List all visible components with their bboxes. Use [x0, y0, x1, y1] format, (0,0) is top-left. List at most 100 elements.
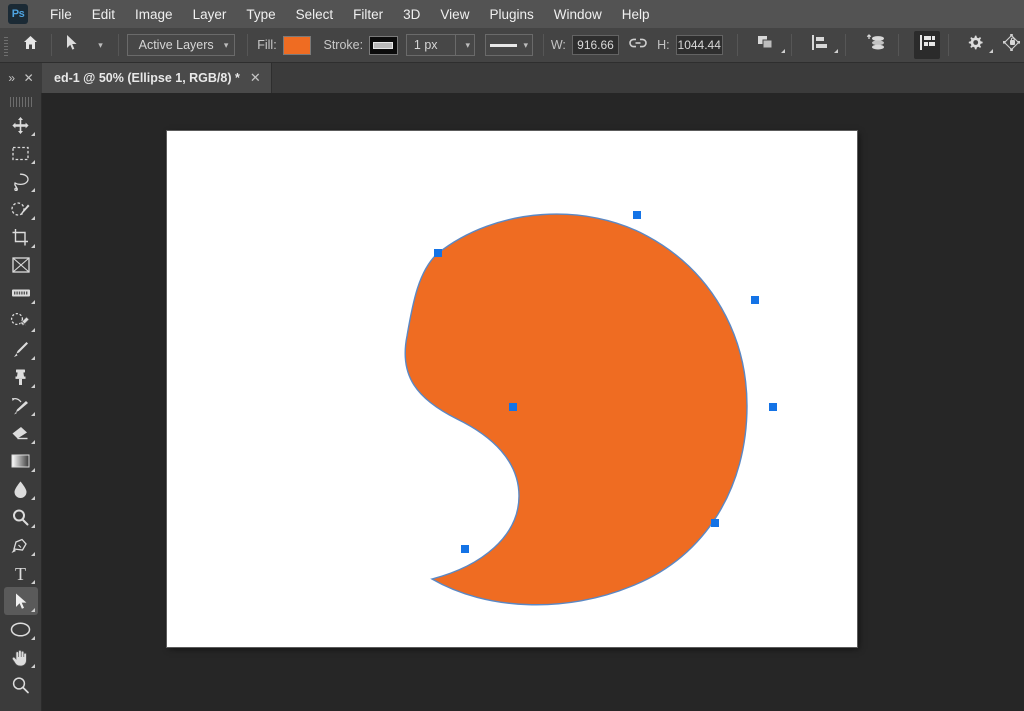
flyout-corner-icon: [31, 468, 35, 472]
close-panel-icon[interactable]: ✕: [24, 71, 34, 85]
history-brush-tool[interactable]: [4, 391, 38, 419]
svg-text:T: T: [15, 564, 26, 583]
shape-path[interactable]: [405, 214, 747, 605]
crop-tool[interactable]: [4, 223, 38, 251]
home-button[interactable]: [18, 32, 44, 58]
eraser-tool[interactable]: [4, 419, 38, 447]
flyout-corner-icon: [31, 636, 35, 640]
menu-item-view[interactable]: View: [430, 3, 479, 26]
anchor-point[interactable]: [633, 211, 641, 219]
stroke-width-field[interactable]: 1 px: [406, 34, 456, 56]
chevron-down-icon: ▾: [224, 40, 229, 51]
frame-tool[interactable]: [4, 251, 38, 279]
path-arrangement-button[interactable]: [862, 32, 888, 58]
tools-panel: T: [0, 93, 42, 711]
flyout-corner-icon: [31, 216, 35, 220]
document-tab-bar: » ✕ ed-1 @ 50% (Ellipse 1, RGB/8) * ✕: [0, 63, 1024, 93]
menu-item-3d[interactable]: 3D: [393, 3, 430, 26]
width-input[interactable]: 916.66: [572, 35, 619, 55]
menu-item-type[interactable]: Type: [236, 3, 285, 26]
tool-preset-caret[interactable]: ▾: [85, 32, 111, 58]
link-dimensions-button[interactable]: [625, 32, 651, 58]
gradient-tool[interactable]: [4, 447, 38, 475]
stroke-color-swatch[interactable]: [369, 36, 398, 55]
path-selection-tool[interactable]: [4, 587, 38, 615]
select-mode-dropdown[interactable]: Active Layers ▾: [127, 34, 235, 56]
menu-item-plugins[interactable]: Plugins: [479, 3, 543, 26]
document-tab[interactable]: ed-1 @ 50% (Ellipse 1, RGB/8) * ✕: [42, 63, 272, 93]
photoshop-window: Ps File Edit Image Layer Type Select Fil…: [0, 0, 1024, 711]
align-edges-button[interactable]: [914, 31, 940, 59]
document-tab-close-icon[interactable]: ✕: [250, 70, 261, 86]
move-tool[interactable]: [4, 111, 38, 139]
ellipse-tool[interactable]: [4, 615, 38, 643]
fill-color-swatch[interactable]: [283, 36, 312, 55]
chevron-down-icon: ▾: [98, 40, 103, 51]
menu-item-image[interactable]: Image: [125, 3, 183, 26]
zoom-tool[interactable]: [4, 671, 38, 699]
menu-item-file[interactable]: File: [40, 3, 82, 26]
object-selection-tool[interactable]: [4, 195, 38, 223]
select-mode-value: Active Layers: [134, 38, 217, 52]
anchor-point[interactable]: [711, 519, 719, 527]
photoshop-logo: Ps: [8, 4, 28, 24]
options-divider-6: [791, 34, 792, 56]
blur-tool[interactable]: [4, 475, 38, 503]
flyout-corner-icon: [31, 328, 35, 332]
home-icon: [22, 34, 39, 56]
canvas-workspace[interactable]: [42, 93, 1024, 711]
options-bar-grip[interactable]: [2, 34, 9, 56]
stroke-label: Stroke:: [323, 38, 363, 52]
options-divider-8: [898, 34, 899, 56]
constrain-path-icon: [1001, 33, 1022, 57]
flyout-corner-icon: [31, 160, 35, 164]
flyout-corner-icon: [31, 188, 35, 192]
menu-item-layer[interactable]: Layer: [183, 3, 237, 26]
anchor-point[interactable]: [509, 403, 517, 411]
gear-icon: [966, 34, 984, 57]
anchor-point[interactable]: [434, 249, 442, 257]
anchor-point[interactable]: [751, 296, 759, 304]
path-operations-icon: [756, 34, 775, 56]
height-input[interactable]: 1044.44: [676, 35, 723, 55]
menu-bar: Ps File Edit Image Layer Type Select Fil…: [0, 0, 1024, 28]
clone-stamp-tool[interactable]: [4, 363, 38, 391]
flyout-corner-icon: [31, 440, 35, 444]
options-divider-1: [51, 34, 52, 56]
expand-panels-icon[interactable]: »: [8, 71, 15, 85]
stroke-width-dropdown[interactable]: ▾: [456, 34, 475, 56]
menu-item-filter[interactable]: Filter: [343, 3, 393, 26]
dodge-tool[interactable]: [4, 503, 38, 531]
path-alignment-button[interactable]: [809, 32, 835, 58]
anchor-point[interactable]: [769, 403, 777, 411]
options-bar: ▾ Active Layers ▾ Fill: Stroke: 1 px ▾ ▾…: [0, 28, 1024, 63]
tool-preset-button[interactable]: [59, 32, 85, 58]
menu-item-select[interactable]: Select: [286, 3, 344, 26]
eyedropper-tool[interactable]: [4, 279, 38, 307]
type-tool[interactable]: T: [4, 559, 38, 587]
rectangular-marquee-tool[interactable]: [4, 139, 38, 167]
hand-tool[interactable]: [4, 643, 38, 671]
tools-panel-grip[interactable]: [10, 97, 32, 107]
flyout-corner-icon: [31, 384, 35, 388]
menu-item-help[interactable]: Help: [612, 3, 660, 26]
menu-item-window[interactable]: Window: [544, 3, 612, 26]
menu-item-edit[interactable]: Edit: [82, 3, 125, 26]
path-operations-button[interactable]: [755, 32, 781, 58]
spot-healing-brush-tool[interactable]: [4, 307, 38, 335]
brush-tool[interactable]: [4, 335, 38, 363]
options-divider-5: [737, 34, 738, 56]
anchor-point[interactable]: [461, 545, 469, 553]
flyout-corner-icon: [31, 244, 35, 248]
flyout-corner-icon: [31, 580, 35, 584]
ellipse-1-shape-layer[interactable]: [167, 131, 857, 647]
pen-tool[interactable]: [4, 531, 38, 559]
geometry-settings-button[interactable]: [964, 32, 990, 58]
lasso-tool[interactable]: [4, 167, 38, 195]
stroke-line-style-dropdown[interactable]: ▾: [485, 34, 534, 56]
stroke-swatch-bar: [373, 42, 393, 49]
constrain-path-button[interactable]: [998, 32, 1024, 58]
document-canvas[interactable]: [167, 131, 857, 647]
path-alignment-icon: [810, 34, 829, 56]
flyout-corner-icon: [31, 664, 35, 668]
